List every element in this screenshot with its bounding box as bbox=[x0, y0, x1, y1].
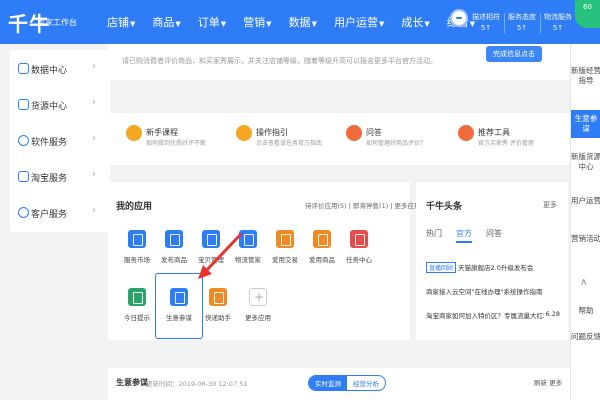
stat-description[interactable]: 描述相符 5↑ bbox=[470, 12, 502, 34]
insight-card: 生意参谋 更新时间：2019-06-30 12:07:51 实时监测 经营分析 … bbox=[108, 368, 590, 400]
chevron-right-icon: › bbox=[92, 97, 96, 108]
guide-qa[interactable]: 问答 如何管理好商品评价？ bbox=[346, 123, 456, 157]
guide-operation[interactable]: 操作指引 点击查看该任务官方指南 bbox=[236, 123, 346, 157]
score-badge[interactable]: 60 bbox=[575, 0, 600, 28]
insight-segment: 实时监测 经营分析 bbox=[308, 375, 386, 391]
news-title: 千牛头条 bbox=[426, 202, 463, 212]
app-service-market[interactable]: 服务市场 bbox=[117, 230, 157, 272]
plus-icon: + bbox=[249, 288, 267, 306]
app-more[interactable]: + 更多应用 bbox=[238, 288, 278, 330]
guide-course[interactable]: 新手课程 如何做到优质好评不断 bbox=[126, 123, 236, 157]
news-more-link[interactable]: 更多 bbox=[543, 200, 557, 210]
products-icon bbox=[313, 230, 331, 248]
tool-icon bbox=[458, 125, 474, 141]
app-aiyong-products[interactable]: 爱用商品 bbox=[302, 230, 342, 272]
service-market-icon bbox=[128, 230, 146, 248]
insight-title: 生意参谋 bbox=[116, 378, 148, 387]
apps-links[interactable]: 待评价应用(5) | 即将停售(1) | 更多应用 bbox=[305, 200, 421, 210]
publish-icon bbox=[165, 230, 183, 248]
tab-hot[interactable]: 热门 bbox=[426, 228, 442, 243]
right-item-business-advisor[interactable]: 生意参谋 bbox=[571, 110, 600, 138]
right-item-user-ops[interactable]: 用户运营 bbox=[571, 196, 600, 206]
tab-analysis[interactable]: 经营分析 bbox=[347, 376, 385, 390]
express-icon bbox=[209, 288, 227, 306]
user-icon bbox=[18, 207, 29, 218]
highlight-box bbox=[155, 273, 203, 339]
nav-products[interactable]: 商品▼ bbox=[152, 14, 180, 30]
sidebar-item-data-center[interactable]: 数据中心 › bbox=[10, 52, 110, 88]
tab-realtime[interactable]: 实时监测 bbox=[309, 376, 347, 390]
right-item-marketing[interactable]: 营销活动 bbox=[571, 234, 600, 244]
app-task-center[interactable]: 任务中心 bbox=[339, 230, 379, 272]
nav-user-ops[interactable]: 用户运营▼ bbox=[334, 14, 384, 30]
right-item-feedback[interactable]: 问题反馈 bbox=[571, 332, 600, 342]
chevron-right-icon: › bbox=[92, 205, 96, 216]
top-navigation-bar: 千牛 卖家工作台 店铺▼ 商品▼ 订单▼ 营销▼ 数据▼ 用户运营▼ 成长▼ 综… bbox=[0, 0, 600, 44]
sidebar-item-software[interactable]: 软件服务 › bbox=[10, 124, 110, 160]
trade-icon bbox=[276, 230, 294, 248]
main-nav: 店铺▼ 商品▼ 订单▼ 营销▼ 数据▼ 用户运营▼ 成长▼ 综合▼ bbox=[107, 14, 492, 30]
course-icon bbox=[126, 125, 142, 141]
arrow-annotation bbox=[198, 232, 243, 279]
nav-growth[interactable]: 成长▼ bbox=[401, 14, 429, 30]
avatar[interactable] bbox=[450, 9, 468, 27]
tab-official[interactable]: 官方 bbox=[456, 228, 472, 243]
news-item[interactable]: 淘宝商家如何加入特价区？专属流量大红利！ bbox=[426, 310, 544, 320]
chevron-right-icon: › bbox=[92, 133, 96, 144]
right-item-help[interactable]: 帮助 bbox=[571, 306, 600, 316]
chevron-right-icon: › bbox=[92, 61, 96, 72]
right-item-guide[interactable]: 新版经营指导 bbox=[571, 66, 600, 86]
divider bbox=[540, 13, 541, 33]
question-icon bbox=[346, 125, 362, 141]
nav-store[interactable]: 店铺▼ bbox=[107, 14, 135, 30]
guide-tools[interactable]: 推荐工具 官方买家秀 评价管理 bbox=[458, 123, 568, 157]
right-item-sourcing[interactable]: 新版货源中心 bbox=[571, 152, 600, 172]
tips-icon bbox=[128, 288, 146, 306]
app-subtitle: 卖家工作台 bbox=[37, 18, 77, 27]
left-sidebar: 数据中心 › 货源中心 › 软件服务 › 淘宝服务 › 客户服务 › bbox=[10, 50, 110, 232]
grid-icon bbox=[18, 135, 29, 146]
divider bbox=[504, 13, 505, 33]
insight-actions[interactable]: 刷新 更多 bbox=[534, 377, 562, 387]
my-apps-card: 我的应用 待评价应用(5) | 即将停售(1) | 更多应用 服务市场 发布商品… bbox=[108, 182, 421, 340]
sidebar-item-taobao-service[interactable]: 淘宝服务 › bbox=[10, 160, 110, 196]
box-icon bbox=[18, 99, 29, 110]
news-card: 千牛头条 更多 热门 官方 问答 直播回顾 天猫旗舰店2.0升级发布会 商家接入云… bbox=[416, 182, 568, 340]
stat-service[interactable]: 服务态度 5↑ bbox=[506, 12, 538, 34]
news-tag: 直播回顾 bbox=[426, 262, 457, 273]
sidebar-item-customer-service[interactable]: 客户服务 › bbox=[10, 196, 110, 232]
news-item[interactable]: 商家接入云空间"在线办理"系统操作指南 bbox=[426, 286, 542, 296]
apps-title: 我的应用 bbox=[116, 202, 153, 212]
sidebar-item-sourcing[interactable]: 货源中心 › bbox=[10, 88, 110, 124]
chevron-up-icon[interactable]: ∧ bbox=[580, 277, 587, 288]
news-tabs: 热门 官方 问答 bbox=[426, 228, 516, 243]
stat-logistics[interactable]: 物流服务 5↑ bbox=[542, 12, 574, 34]
right-sidebar: 新版经营指导 生意参谋 新版货源中心 用户运营 营销活动 ∧ 帮助 问题反馈 bbox=[570, 44, 600, 400]
news-date: 6.28 bbox=[545, 310, 560, 318]
task-icon bbox=[350, 230, 368, 248]
chat-icon bbox=[18, 171, 29, 182]
notice-button[interactable]: 完成信息点击 bbox=[486, 46, 542, 62]
tab-qa[interactable]: 问答 bbox=[486, 228, 502, 243]
app-publish[interactable]: 发布商品 bbox=[154, 230, 194, 272]
nav-orders[interactable]: 订单▼ bbox=[198, 14, 226, 30]
notice-text: 请已购消费者评价商品，和买家秀展示，并关注店铺等级，随着等级升高可以报名更多平台… bbox=[122, 57, 437, 65]
nav-marketing[interactable]: 营销▼ bbox=[243, 14, 271, 30]
data-icon bbox=[18, 63, 29, 74]
pencil-icon bbox=[236, 125, 252, 141]
app-today-tips[interactable]: 今日提示 bbox=[117, 288, 157, 330]
insight-update-time: 更新时间：2019-06-30 12:07:51 bbox=[146, 380, 248, 388]
news-item[interactable]: 直播回顾 天猫旗舰店2.0升级发布会 bbox=[426, 262, 533, 273]
chevron-right-icon: › bbox=[92, 169, 96, 180]
nav-data[interactable]: 数据▼ bbox=[289, 14, 317, 30]
app-aiyong-trade[interactable]: 爱用交易 bbox=[265, 230, 305, 272]
guides-card: 新手课程 如何做到优质好评不断 操作指引 点击查看该任务官方指南 问答 如何管理… bbox=[108, 113, 590, 165]
app-express-helper[interactable]: 快递助手 bbox=[198, 288, 238, 330]
